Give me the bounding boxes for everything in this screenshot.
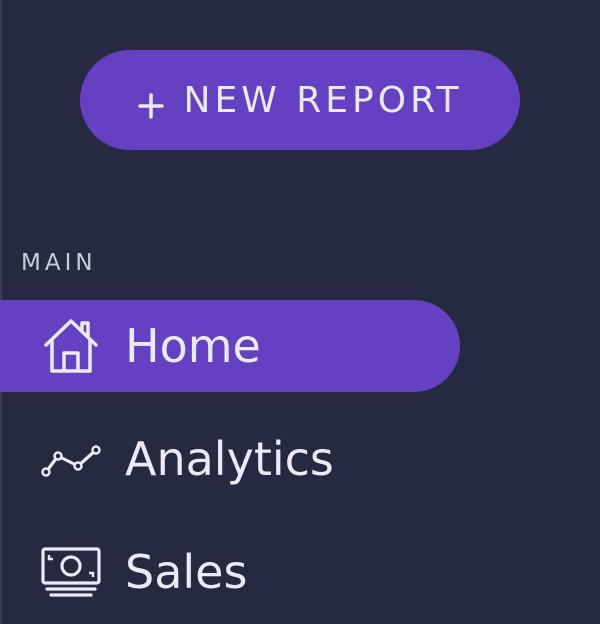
section-label-main: MAIN xyxy=(21,250,97,276)
nav-item-home[interactable]: Home xyxy=(0,300,460,392)
money-icon xyxy=(40,541,102,603)
nav-item-label: Sales xyxy=(125,545,248,599)
nav-item-analytics[interactable]: Analytics xyxy=(0,413,460,505)
plus-icon xyxy=(137,87,164,119)
new-report-label: NEW REPORT xyxy=(183,79,463,121)
new-report-button[interactable]: NEW REPORT xyxy=(80,50,520,150)
line-chart-icon xyxy=(40,428,102,490)
nav-item-label: Analytics xyxy=(125,432,334,486)
nav-item-label: Home xyxy=(125,319,261,373)
home-icon xyxy=(40,315,102,377)
nav-item-sales[interactable]: Sales xyxy=(0,526,460,618)
